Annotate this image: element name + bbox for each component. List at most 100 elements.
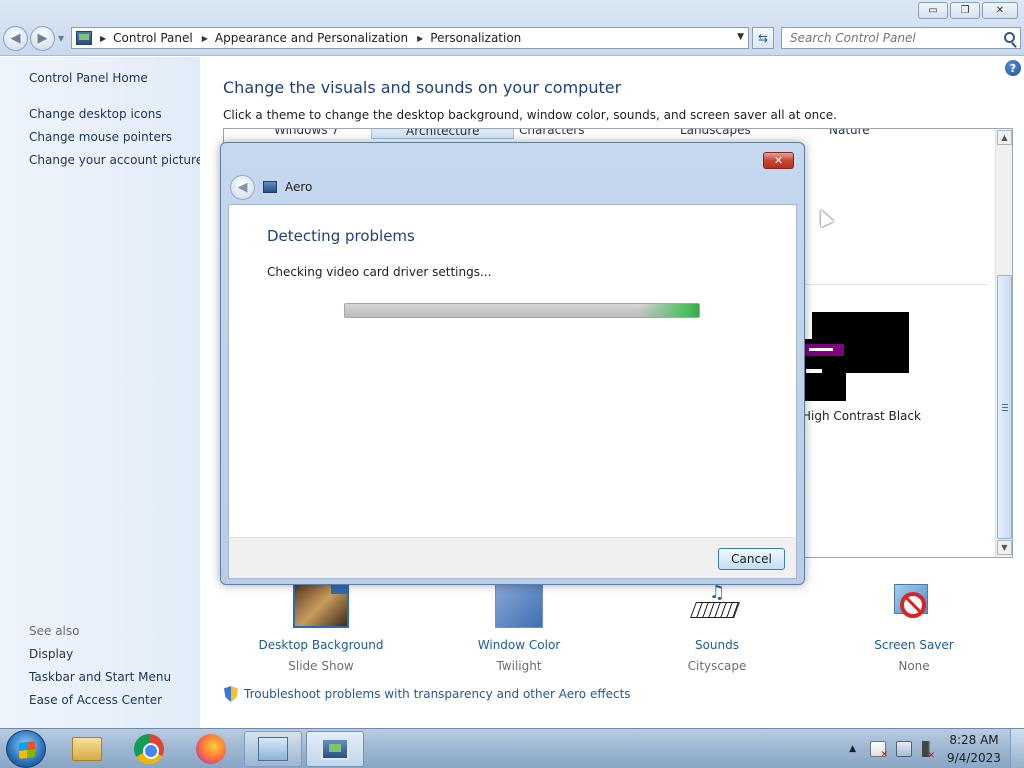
caption-buttons: ▭ ❐ ✕ xyxy=(918,2,1018,19)
sidebar-change-account-picture[interactable]: Change your account picture xyxy=(29,153,203,167)
breadcrumb-arrow-icon[interactable]: ▶ xyxy=(100,34,106,43)
breadcrumb-control-panel[interactable]: Control Panel xyxy=(113,31,193,45)
high-contrast-text-preview xyxy=(806,369,822,373)
search-icon[interactable] xyxy=(1004,32,1015,43)
breadcrumb-arrow-icon[interactable]: ▶ xyxy=(417,34,423,43)
desktop-background-icon xyxy=(293,582,349,628)
search-input[interactable] xyxy=(790,31,990,45)
tile-value: Twilight xyxy=(496,659,542,673)
see-also-display[interactable]: Display xyxy=(29,647,73,661)
taskbar-personalization[interactable] xyxy=(306,731,364,767)
see-also-heading: See also xyxy=(29,624,80,638)
search-box[interactable] xyxy=(781,27,1021,49)
tile-value: None xyxy=(898,659,930,673)
theme-group-landscapes[interactable]: Landscapes xyxy=(680,129,751,137)
system-tray: ▲ 8:28 AM 9/4/2023 xyxy=(849,729,1024,768)
sidebar-control-panel-home[interactable]: Control Panel Home xyxy=(29,71,148,85)
dialog-body: Detecting problems Checking video card d… xyxy=(228,204,797,537)
dialog-back-button[interactable]: ◀ xyxy=(230,174,255,200)
start-button[interactable] xyxy=(6,730,46,768)
taskbar-control-panel[interactable] xyxy=(244,731,302,767)
network-icon[interactable] xyxy=(896,741,912,757)
address-bar[interactable]: ▶ Control Panel ▶ Appearance and Persona… xyxy=(71,27,749,49)
screen-saver-icon xyxy=(886,582,942,628)
scroll-grip-icon xyxy=(1002,404,1008,411)
dialog-header: ◀ Aero xyxy=(230,174,313,200)
theme-group-windows7[interactable]: Windows 7 xyxy=(274,129,339,137)
clock-time: 8:28 AM xyxy=(949,733,999,747)
show-desktop-button[interactable] xyxy=(1010,729,1024,768)
troubleshoot-link-text[interactable]: Troubleshoot problems with transparency … xyxy=(244,687,631,701)
back-button[interactable]: ◀ xyxy=(3,26,28,51)
minimize-button[interactable]: ▭ xyxy=(918,2,948,19)
address-dropdown-icon[interactable]: ▼ xyxy=(737,32,744,42)
scroll-thumb[interactable] xyxy=(997,275,1012,539)
help-icon[interactable]: ? xyxy=(1005,60,1021,76)
sounds-tile[interactable]: ♫ Sounds Cityscape xyxy=(642,582,792,673)
firefox-icon xyxy=(196,734,226,764)
see-also-taskbar-start-menu[interactable]: Taskbar and Start Menu xyxy=(29,670,171,684)
sidebar: Control Panel Home Change desktop icons … xyxy=(0,57,203,728)
theme-group-architecture[interactable]: Architecture xyxy=(371,129,515,139)
tile-value: Slide Show xyxy=(288,659,354,673)
high-contrast-titlebar-preview xyxy=(804,344,844,356)
show-hidden-icons-button[interactable]: ▲ xyxy=(849,744,856,754)
personalization-icon xyxy=(321,738,349,760)
theme-list-scrollbar[interactable]: ▲ ▼ xyxy=(995,129,1012,557)
progress-bar xyxy=(344,303,700,318)
dialog-heading: Detecting problems xyxy=(267,227,415,245)
sidebar-change-desktop-icons[interactable]: Change desktop icons xyxy=(29,107,162,121)
taskbar-firefox[interactable] xyxy=(182,731,240,767)
page-subtitle: Click a theme to change the desktop back… xyxy=(223,108,837,122)
aero-troubleshooter-dialog: ✕ ◀ Aero Detecting problems Checking vid… xyxy=(220,142,805,585)
clock-date: 9/4/2023 xyxy=(947,751,1001,765)
clock[interactable]: 8:28 AM 9/4/2023 xyxy=(944,731,1004,767)
troubleshoot-link[interactable]: Troubleshoot problems with transparency … xyxy=(224,686,631,702)
recent-pages-dropdown[interactable]: ▼ xyxy=(58,34,64,43)
dialog-close-button[interactable]: ✕ xyxy=(763,152,794,169)
scroll-down-icon[interactable]: ▼ xyxy=(997,540,1012,555)
dialog-footer: Cancel xyxy=(228,537,797,579)
theme-section-divider xyxy=(804,284,988,285)
breadcrumb-appearance[interactable]: Appearance and Personalization xyxy=(215,31,408,45)
maximize-button[interactable]: ❐ xyxy=(950,2,980,19)
theme-group-characters[interactable]: Characters xyxy=(519,129,585,137)
theme-group-nature[interactable]: Nature xyxy=(829,129,870,137)
see-also-ease-of-access[interactable]: Ease of Access Center xyxy=(29,693,162,707)
tile-label[interactable]: Sounds xyxy=(642,638,792,652)
uac-shield-icon xyxy=(224,686,238,702)
dialog-title: Aero xyxy=(285,180,313,194)
close-button[interactable]: ✕ xyxy=(982,2,1018,19)
taskbar-chrome[interactable] xyxy=(120,731,178,767)
window-titlebar: ▭ ❐ ✕ ◀ ▶ ▼ ▶ Control Panel ▶ Appearance… xyxy=(0,0,1024,56)
window-color-tile[interactable]: Window Color Twilight xyxy=(444,582,594,673)
desktop-background-tile[interactable]: Desktop Background Slide Show xyxy=(246,582,396,673)
action-center-icon[interactable] xyxy=(870,741,888,760)
progress-fill xyxy=(345,304,699,317)
tile-label[interactable]: Screen Saver xyxy=(839,638,989,652)
refresh-button[interactable]: ⇆ xyxy=(752,27,774,49)
sounds-icon: ♫ xyxy=(689,582,745,628)
control-panel-icon xyxy=(258,737,288,761)
chrome-icon xyxy=(134,734,164,764)
screen-saver-tile[interactable]: Screen Saver None xyxy=(839,582,989,673)
troubleshooter-icon xyxy=(263,181,277,193)
cancel-button[interactable]: Cancel xyxy=(718,548,785,570)
breadcrumb-personalization[interactable]: Personalization xyxy=(430,31,521,45)
dialog-status-text: Checking video card driver settings... xyxy=(267,265,492,279)
window-color-icon xyxy=(495,582,543,628)
scroll-up-icon[interactable]: ▲ xyxy=(997,130,1012,145)
control-panel-icon xyxy=(76,31,92,45)
breadcrumb-arrow-icon[interactable]: ▶ xyxy=(202,34,208,43)
forward-button[interactable]: ▶ xyxy=(30,26,55,51)
tile-value: Cityscape xyxy=(687,659,747,673)
page-title: Change the visuals and sounds on your co… xyxy=(223,78,622,97)
navigation-buttons: ◀ ▶ ▼ xyxy=(3,26,64,51)
sidebar-change-mouse-pointers[interactable]: Change mouse pointers xyxy=(29,130,172,144)
volume-muted-icon[interactable] xyxy=(922,741,935,761)
tile-label[interactable]: Window Color xyxy=(444,638,594,652)
taskbar-windows-explorer[interactable] xyxy=(58,731,116,767)
tile-label[interactable]: Desktop Background xyxy=(246,638,396,652)
folder-icon xyxy=(72,737,102,761)
high-contrast-theme-label[interactable]: High Contrast Black xyxy=(802,409,921,423)
